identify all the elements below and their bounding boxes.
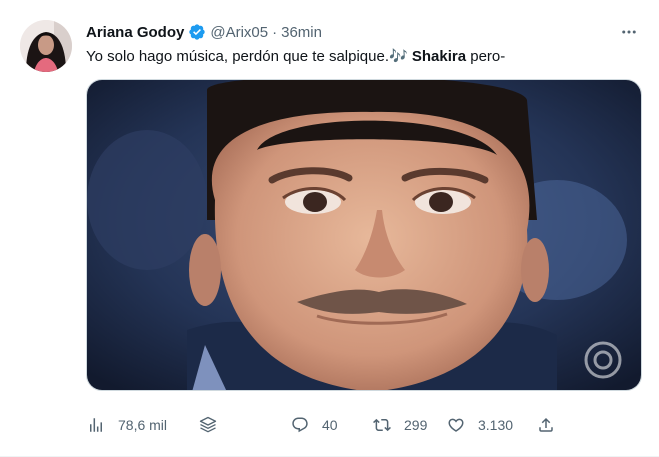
author-avatar[interactable] <box>20 20 72 72</box>
retweet-count: 299 <box>404 417 428 433</box>
like-count: 3.130 <box>478 417 514 433</box>
tweet-text-end: pero- <box>466 48 506 65</box>
music-notes-emoji: 🎶 <box>389 48 408 65</box>
tweet-text-bold: Shakira <box>411 48 467 65</box>
more-icon[interactable] <box>617 22 641 42</box>
tweet-card: Ariana Godoy @Arix05 · 36min Yo solo hag… <box>0 0 659 457</box>
stack-button[interactable] <box>198 410 218 440</box>
author-display-name[interactable]: Ariana Godoy <box>86 24 184 41</box>
tweet-header: Ariana Godoy @Arix05 · 36min <box>86 21 322 43</box>
reply-icon <box>290 415 310 435</box>
stack-icon <box>198 415 218 435</box>
analytics-icon <box>86 415 106 435</box>
heart-icon <box>446 415 466 435</box>
retweet-icon <box>372 415 392 435</box>
like-button[interactable]: 3.130 <box>446 410 513 440</box>
tweet-text: Yo solo hago música, perdón que te salpi… <box>86 47 505 67</box>
author-handle[interactable]: @Arix05 <box>210 24 268 41</box>
header-separator: · <box>272 23 278 41</box>
tweet-media-image[interactable] <box>86 79 642 391</box>
retweet-button[interactable]: 299 <box>372 410 427 440</box>
tweet-timestamp[interactable]: 36min <box>281 24 322 41</box>
verified-badge-icon <box>188 23 206 41</box>
share-icon <box>536 415 556 435</box>
share-button[interactable] <box>536 410 556 440</box>
tweet-actions-bar: 78,6 mil 40 299 3.130 <box>86 410 556 440</box>
reply-count: 40 <box>322 417 338 433</box>
views-button[interactable]: 78,6 mil <box>86 410 167 440</box>
tweet-text-main: Yo solo hago música, perdón que te salpi… <box>86 48 389 65</box>
reply-button[interactable]: 40 <box>290 410 338 440</box>
views-count: 78,6 mil <box>118 417 168 433</box>
